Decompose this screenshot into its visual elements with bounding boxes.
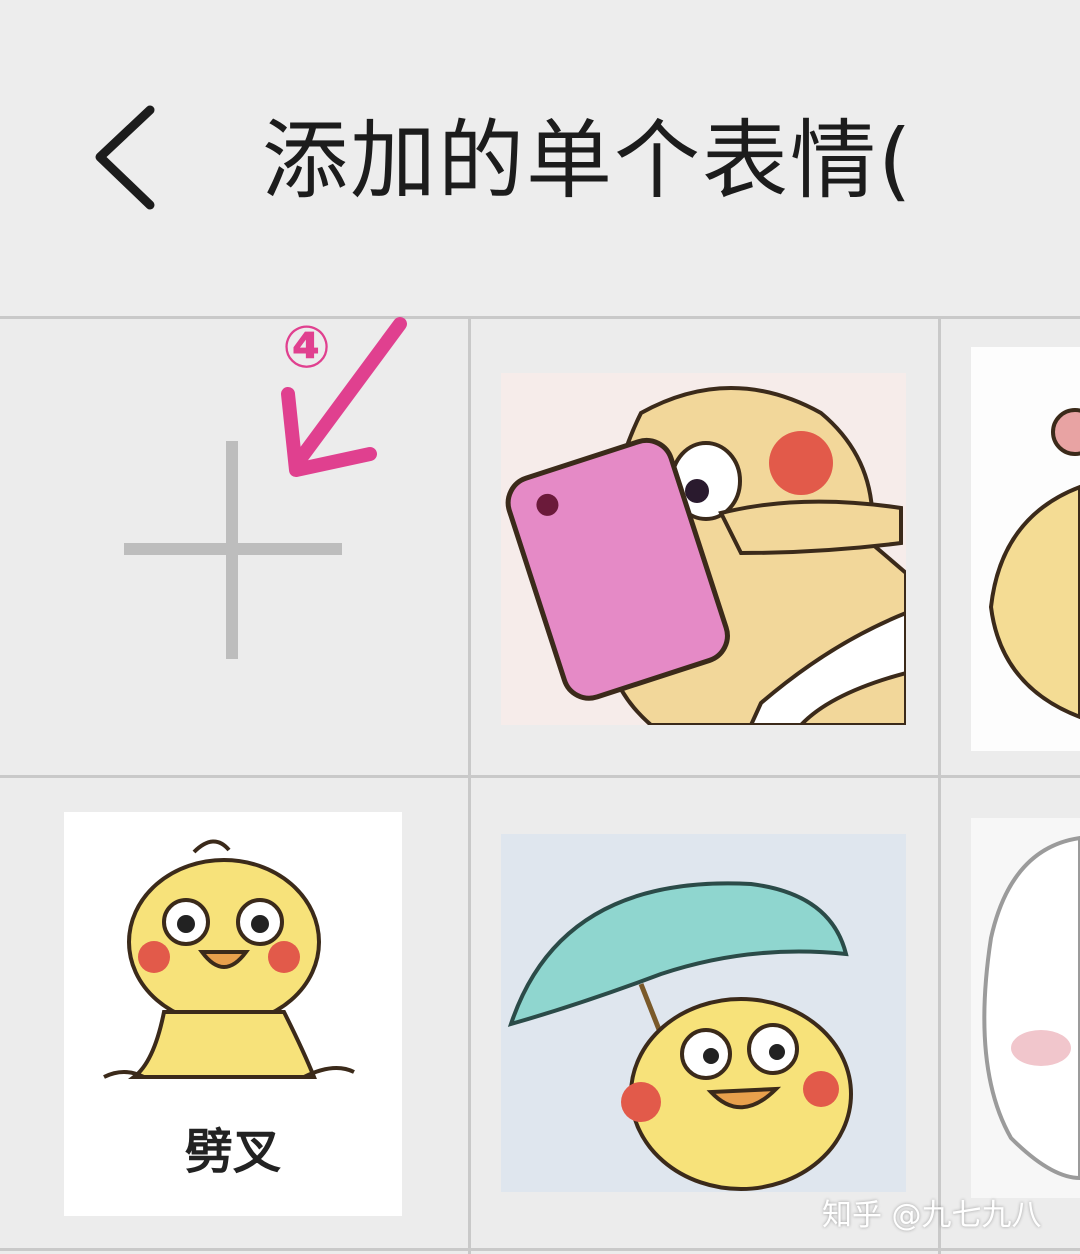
sticker-cell[interactable] — [471, 778, 938, 1248]
duck-phone-sticker — [501, 373, 906, 725]
arrow-annotation-icon — [281, 317, 407, 477]
sticker-cell[interactable] — [471, 319, 938, 775]
page-title: 添加的单个表情( — [262, 111, 914, 211]
back-button[interactable] — [80, 95, 170, 225]
duck-standing-sticker: 劈叉 — [64, 812, 402, 1216]
sticker-caption: 劈叉 — [184, 1124, 281, 1180]
chevron-left-icon — [95, 105, 155, 210]
partial-sticker-right-bottom — [971, 818, 1080, 1198]
sticker-cell[interactable]: 劈叉 — [0, 778, 468, 1248]
sticker-cell[interactable] — [941, 778, 1080, 1248]
watermark: 知乎 @九七九八 — [822, 1198, 1042, 1233]
grid-divider — [0, 1248, 1080, 1251]
partial-sticker-right-top — [971, 347, 1080, 751]
sticker-cell[interactable] — [941, 319, 1080, 775]
sticker-grid: 劈叉 — [0, 316, 1080, 1254]
top-bar: 添加的单个表情( — [0, 0, 1080, 318]
duck-umbrella-sticker — [501, 834, 906, 1192]
